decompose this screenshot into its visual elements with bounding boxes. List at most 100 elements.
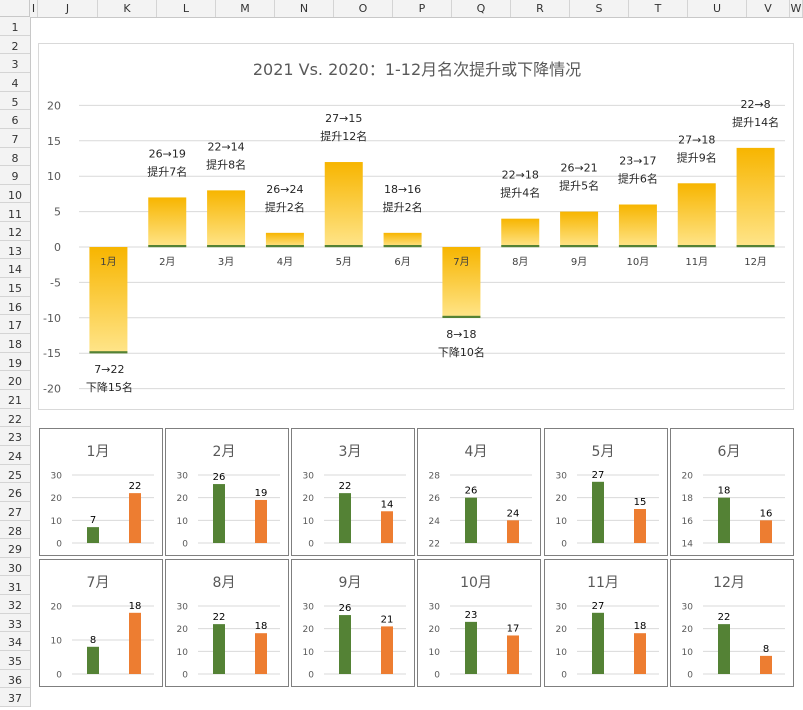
bar-2021-rank[interactable] bbox=[129, 493, 141, 543]
row-header-6[interactable]: 6 bbox=[0, 110, 30, 129]
main-bar-6月[interactable] bbox=[383, 232, 422, 247]
main-bar-11月[interactable] bbox=[677, 183, 716, 247]
month-chart-10月[interactable]: 10月 30 20 10 0 23 17 bbox=[417, 559, 541, 687]
row-header-10[interactable]: 10 bbox=[0, 185, 30, 204]
row-header-36[interactable]: 36 bbox=[0, 670, 30, 689]
bar-2021-rank[interactable] bbox=[381, 626, 393, 674]
row-header-14[interactable]: 14 bbox=[0, 259, 30, 279]
row-header-15[interactable]: 15 bbox=[0, 278, 30, 297]
month-chart-1月[interactable]: 1月 30 20 10 0 7 22 bbox=[39, 428, 163, 556]
month-chart-2月[interactable]: 2月 30 20 10 0 26 19 bbox=[165, 428, 289, 556]
main-bar-5月[interactable] bbox=[324, 162, 363, 247]
bar-2020-rank[interactable] bbox=[87, 646, 99, 674]
row-header-29[interactable]: 29 bbox=[0, 539, 30, 558]
bar-2020-rank[interactable] bbox=[592, 481, 604, 543]
bar-2021-rank[interactable] bbox=[760, 520, 772, 543]
row-header-32[interactable]: 32 bbox=[0, 595, 30, 614]
row-header-26[interactable]: 26 bbox=[0, 483, 30, 502]
main-bar-12月[interactable] bbox=[736, 147, 775, 247]
bar-2020-rank[interactable] bbox=[718, 624, 730, 674]
month-chart-9月[interactable]: 9月 30 20 10 0 26 21 bbox=[291, 559, 415, 687]
bar-2021-rank[interactable] bbox=[634, 633, 646, 674]
bar-2021-rank[interactable] bbox=[381, 511, 393, 543]
row-header-37[interactable]: 37 bbox=[0, 688, 30, 708]
row-header-16[interactable]: 16 bbox=[0, 297, 30, 316]
column-header-u[interactable]: U bbox=[688, 0, 747, 17]
bar-2020-rank[interactable] bbox=[465, 621, 477, 674]
bar-2021-rank[interactable] bbox=[255, 633, 267, 674]
column-header-q[interactable]: Q bbox=[452, 0, 511, 17]
bar-2020-rank[interactable] bbox=[87, 527, 99, 543]
bar-2020-rank[interactable] bbox=[213, 484, 225, 543]
row-header-11[interactable]: 11 bbox=[0, 204, 30, 223]
month-chart-7月[interactable]: 7月 20 10 0 8 18 bbox=[39, 559, 163, 687]
column-header-l[interactable]: L bbox=[157, 0, 216, 17]
row-header-1[interactable]: 1 bbox=[0, 17, 30, 36]
column-header-j[interactable]: J bbox=[38, 0, 98, 17]
bar-2020-rank[interactable] bbox=[718, 497, 730, 543]
row-header-28[interactable]: 28 bbox=[0, 521, 30, 540]
bar-2020-rank[interactable] bbox=[339, 615, 351, 674]
row-header-8[interactable]: 8 bbox=[0, 148, 30, 167]
bar-2020-rank[interactable] bbox=[339, 493, 351, 543]
column-header-v[interactable]: V bbox=[747, 0, 790, 17]
column-header-t[interactable]: T bbox=[629, 0, 688, 17]
row-header-12[interactable]: 12 bbox=[0, 222, 30, 241]
month-chart-5月[interactable]: 5月 30 20 10 0 27 15 bbox=[544, 428, 668, 556]
column-header-n[interactable]: N bbox=[275, 0, 334, 17]
row-header-34[interactable]: 34 bbox=[0, 632, 30, 652]
main-bar-2月[interactable] bbox=[148, 197, 187, 247]
row-header-25[interactable]: 25 bbox=[0, 465, 30, 484]
main-bar-8月[interactable] bbox=[501, 218, 540, 247]
row-header-5[interactable]: 5 bbox=[0, 92, 30, 111]
select-all-corner[interactable] bbox=[0, 0, 30, 17]
row-header-20[interactable]: 20 bbox=[0, 371, 30, 390]
row-header-23[interactable]: 23 bbox=[0, 427, 30, 446]
main-bar-3月[interactable] bbox=[207, 190, 246, 247]
bar-2020-rank[interactable] bbox=[465, 497, 477, 543]
row-header-2[interactable]: 2 bbox=[0, 36, 30, 55]
row-header-24[interactable]: 24 bbox=[0, 446, 30, 465]
bar-2020-rank[interactable] bbox=[592, 612, 604, 674]
main-bar-10月[interactable] bbox=[618, 204, 657, 247]
main-bar-9月[interactable] bbox=[560, 211, 599, 247]
row-header-17[interactable]: 17 bbox=[0, 315, 30, 335]
column-header-k[interactable]: K bbox=[98, 0, 157, 17]
column-header-w[interactable]: W bbox=[790, 0, 803, 17]
row-header-31[interactable]: 31 bbox=[0, 577, 30, 596]
row-header-19[interactable]: 19 bbox=[0, 353, 30, 372]
column-header-m[interactable]: M bbox=[216, 0, 275, 17]
row-header-3[interactable]: 3 bbox=[0, 54, 30, 73]
column-header-i[interactable]: I bbox=[30, 0, 38, 17]
row-header-35[interactable]: 35 bbox=[0, 651, 30, 670]
bar-2021-rank[interactable] bbox=[507, 635, 519, 674]
column-header-s[interactable]: S bbox=[570, 0, 629, 17]
row-header-4[interactable]: 4 bbox=[0, 73, 30, 92]
month-chart-6月[interactable]: 6月 20 18 16 14 18 16 bbox=[670, 428, 794, 556]
bar-2020-rank[interactable] bbox=[213, 624, 225, 674]
bar-2021-rank[interactable] bbox=[634, 509, 646, 543]
row-header-30[interactable]: 30 bbox=[0, 558, 30, 577]
row-header-22[interactable]: 22 bbox=[0, 409, 30, 428]
row-header-33[interactable]: 33 bbox=[0, 614, 30, 633]
column-header-o[interactable]: O bbox=[334, 0, 393, 17]
row-header-21[interactable]: 21 bbox=[0, 390, 30, 409]
month-chart-12月[interactable]: 12月 30 20 10 0 22 8 bbox=[670, 559, 794, 687]
main-bar-4月[interactable] bbox=[265, 232, 304, 247]
row-header-18[interactable]: 18 bbox=[0, 334, 30, 353]
bar-2021-rank[interactable] bbox=[255, 499, 267, 543]
row-header-7[interactable]: 7 bbox=[0, 129, 30, 148]
bar-2021-rank[interactable] bbox=[129, 612, 141, 674]
month-chart-8月[interactable]: 8月 30 20 10 0 22 18 bbox=[165, 559, 289, 687]
column-header-r[interactable]: R bbox=[511, 0, 570, 17]
bar-2021-rank[interactable] bbox=[760, 655, 772, 674]
bar-2021-rank[interactable] bbox=[507, 520, 519, 543]
row-header-27[interactable]: 27 bbox=[0, 502, 30, 521]
month-chart-4月[interactable]: 4月 28 26 24 22 26 24 bbox=[417, 428, 541, 556]
month-chart-11月[interactable]: 11月 30 20 10 0 27 18 bbox=[544, 559, 668, 687]
row-header-13[interactable]: 13 bbox=[0, 241, 30, 260]
main-rank-change-chart[interactable]: 2021 Vs. 2020：1-12月名次提升或下降情况 20 15 10 5 0 -5 -1… bbox=[38, 43, 794, 410]
column-header-p[interactable]: P bbox=[393, 0, 452, 17]
month-chart-3月[interactable]: 3月 30 20 10 0 22 14 bbox=[291, 428, 415, 556]
row-header-9[interactable]: 9 bbox=[0, 166, 30, 185]
